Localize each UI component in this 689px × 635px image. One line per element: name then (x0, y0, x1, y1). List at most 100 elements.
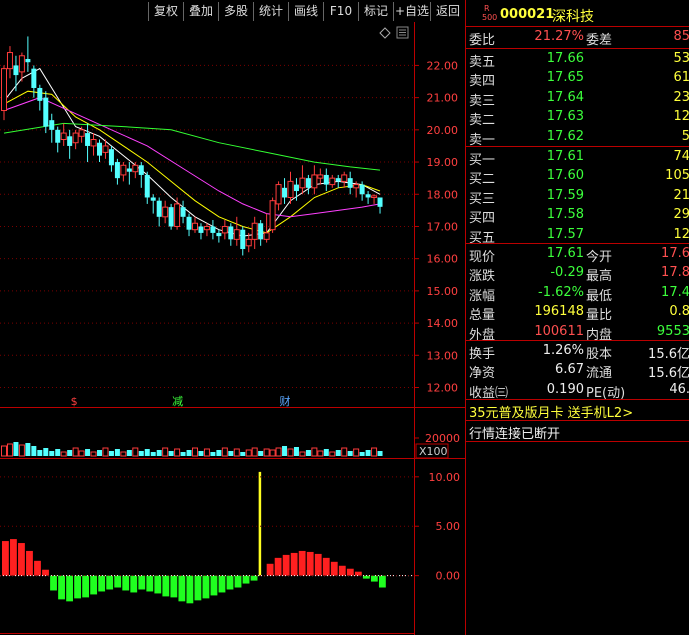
ask-level-row: 卖三 17.64 23 (466, 89, 689, 109)
volume-bar (37, 450, 43, 456)
diamond-icon[interactable] (379, 27, 391, 39)
volume-bar (6, 443, 13, 457)
chart-area[interactable]: 22.00 21.00 20.00 19.00 18.00 17.00 16.00 15.00… (0, 22, 465, 635)
fund-value-right: 15.6亿 (648, 347, 689, 362)
quote-stat-row: 涨幅 -1.62% 最低 17.4 (466, 284, 689, 304)
volume-bar (216, 450, 222, 456)
event-markers: $ 减 财 (71, 394, 291, 408)
candle-body (156, 200, 162, 217)
price-tick-label: 18.00 (427, 188, 459, 201)
volume-bar (1, 445, 7, 457)
indicator-bar (194, 575, 202, 601)
bid-volume: 21 (673, 187, 689, 203)
indicator-tick-label: 0.00 (436, 570, 461, 583)
indicator-bar (170, 575, 178, 598)
indicator-bar (210, 575, 218, 596)
stock-name[interactable]: 深科技 (552, 6, 594, 26)
bid-volume: 29 (673, 207, 689, 223)
indicator-bar (266, 563, 274, 576)
chart-svg[interactable]: 22.00 21.00 20.00 19.00 18.00 17.00 16.00 15.00… (0, 22, 465, 635)
stat-value: 17.61 (546, 246, 584, 261)
candle-body (203, 225, 210, 231)
connection-status: 行情连接已断开 (469, 427, 561, 442)
stat-value: -1.62% (538, 284, 584, 300)
f10-button[interactable]: F10 (323, 2, 358, 21)
indicator-bar (26, 550, 33, 576)
volume-bar (203, 448, 210, 457)
indicator-bar (346, 568, 354, 576)
ma-line (3, 67, 381, 237)
indicator-bar (370, 575, 378, 582)
fuquan-button[interactable]: 复权 (148, 2, 183, 21)
volume-bar (377, 451, 383, 456)
candle-body (323, 174, 329, 185)
volume-bar (72, 447, 79, 457)
volume-bar (97, 450, 102, 456)
candle-body (150, 197, 156, 201)
indicator-bar (106, 575, 114, 590)
indicator-bar (34, 560, 41, 576)
indicator-tick-label: 5.00 (436, 520, 461, 533)
quote-stat-row: 总量 196148 量比 0.8 (466, 303, 689, 324)
candle-body (114, 162, 120, 179)
volume-bar (210, 452, 216, 456)
candle-body (138, 165, 144, 175)
ask-level-label: 卖三 (469, 93, 496, 109)
indicator-bar (322, 557, 330, 576)
candle-body (221, 225, 228, 234)
candle-body (78, 129, 85, 137)
volume-bar (25, 443, 31, 456)
candle-body (365, 194, 371, 198)
candle-body (317, 174, 324, 179)
fund-label-right: 流通 (586, 366, 613, 382)
price-tick-label: 13.00 (427, 349, 459, 362)
volume-bar (371, 447, 378, 457)
candle-body (293, 184, 299, 192)
candle-body (353, 184, 360, 189)
candle-body (275, 184, 282, 205)
ask-volume: 61 (673, 70, 689, 86)
indicator-bar (98, 575, 106, 592)
fundamental-stat-row: 收益㈢ 0.190 PE(动) 46. (466, 381, 689, 401)
stat-label-right: 量比 (586, 308, 613, 324)
indicator-bar (146, 575, 154, 592)
promo-link[interactable]: 35元普及版月卡 送手机L2> (466, 401, 689, 421)
overlay-button[interactable]: 叠加 (183, 2, 218, 21)
candle-body (168, 207, 174, 227)
indicator-bar (42, 569, 49, 576)
add-watchlist-button[interactable]: +自选 (393, 2, 430, 21)
indicator-bar (138, 575, 146, 590)
statistics-button[interactable]: 统计 (253, 2, 288, 21)
ask-level-label: 卖五 (469, 55, 496, 70)
ask-level-label: 卖一 (469, 132, 496, 148)
ask-volume: 53 (673, 51, 689, 66)
stat-label: 总量 (469, 308, 496, 324)
candle-body (198, 226, 204, 233)
volume-bar (329, 451, 336, 457)
volume-bar (365, 450, 371, 456)
ask-price: 17.63 (546, 109, 584, 125)
indicator-bar (10, 539, 17, 576)
volume-unit-label: X100 (419, 445, 448, 458)
volume-bar (180, 452, 186, 456)
ask-level-label: 卖二 (469, 113, 496, 129)
stat-value: -0.29 (550, 265, 584, 281)
volume-bar (341, 447, 348, 457)
draw-line-button[interactable]: 画线 (288, 2, 323, 21)
stock-code[interactable]: 000021 (500, 7, 554, 22)
candle-body (311, 174, 318, 189)
price-axis-ticks: 22.00 21.00 20.00 19.00 18.00 17.00 16.00 15.00… (414, 59, 459, 395)
candle-body (102, 145, 109, 153)
volume-bar (347, 451, 353, 456)
back-button[interactable]: 返回 (430, 2, 465, 21)
multi-stock-button[interactable]: 多股 (218, 2, 253, 21)
stat-label-right: 最高 (586, 269, 613, 285)
stat-value-right: 17.4 (661, 284, 689, 300)
candle-body (144, 174, 150, 198)
price-tick-label: 19.00 (427, 156, 459, 169)
mark-button[interactable]: 标记 (358, 2, 393, 21)
candle-body (287, 180, 294, 198)
event-marker: 减 (172, 395, 183, 408)
volume-bars (1, 442, 383, 457)
indicator-bar (290, 552, 298, 576)
